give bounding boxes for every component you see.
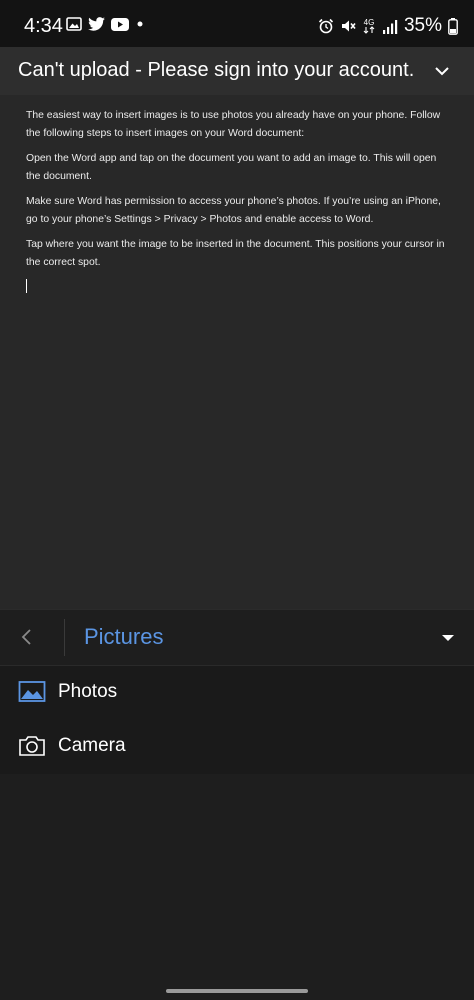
photos-icon: [18, 681, 46, 702]
network-label: 4G: [364, 18, 375, 27]
mute-icon: [341, 20, 356, 32]
document-body[interactable]: The easiest way to insert images is to u…: [26, 107, 450, 293]
camera-icon: [19, 736, 45, 756]
battery-icon: [448, 17, 458, 35]
picker-item-label: Photos: [58, 681, 118, 702]
network-4g-icon: 4G: [363, 18, 375, 34]
document-canvas[interactable]: The easiest way to insert images is to u…: [0, 95, 474, 609]
insert-picture-panel: Pictures Photos Camera: [0, 609, 474, 1000]
picker-header: Pictures: [0, 609, 474, 665]
back-icon[interactable]: [14, 624, 40, 650]
picker-item-camera[interactable]: Camera: [0, 720, 474, 774]
document-paragraph[interactable]: The easiest way to insert images is to u…: [26, 107, 450, 142]
alarm-icon: [318, 18, 334, 34]
home-indicator[interactable]: [166, 989, 308, 993]
picker-item-label: Camera: [58, 735, 126, 756]
text-cursor: [26, 279, 27, 293]
picker-item-photos[interactable]: Photos: [0, 665, 474, 721]
battery-percent: 35%: [403, 15, 442, 36]
twitter-icon: [88, 17, 105, 31]
picker-title: Pictures: [84, 624, 164, 649]
youtube-icon: [111, 17, 129, 31]
notification-icons: [66, 17, 145, 31]
caret-down-icon[interactable]: [438, 628, 458, 648]
document-paragraph[interactable]: Open the Word app and tap on the documen…: [26, 150, 450, 185]
document-paragraph[interactable]: Make sure Word has permission to access …: [26, 193, 450, 228]
system-icons: 4G 35%: [318, 15, 458, 37]
header-divider: [64, 619, 65, 656]
banner-message: Can't upload - Please sign into your acc…: [18, 59, 415, 81]
status-bar: 4:34 4G 35%: [0, 0, 474, 50]
gallery-icon: [66, 17, 82, 31]
status-time: 4:34: [24, 15, 63, 37]
document-paragraph[interactable]: Tap where you want the image to be inser…: [26, 236, 450, 271]
upload-error-banner[interactable]: Can't upload - Please sign into your acc…: [0, 47, 474, 95]
dot-icon: [137, 21, 143, 27]
chevron-down-icon[interactable]: [432, 61, 452, 81]
signal-icon: [382, 19, 398, 34]
